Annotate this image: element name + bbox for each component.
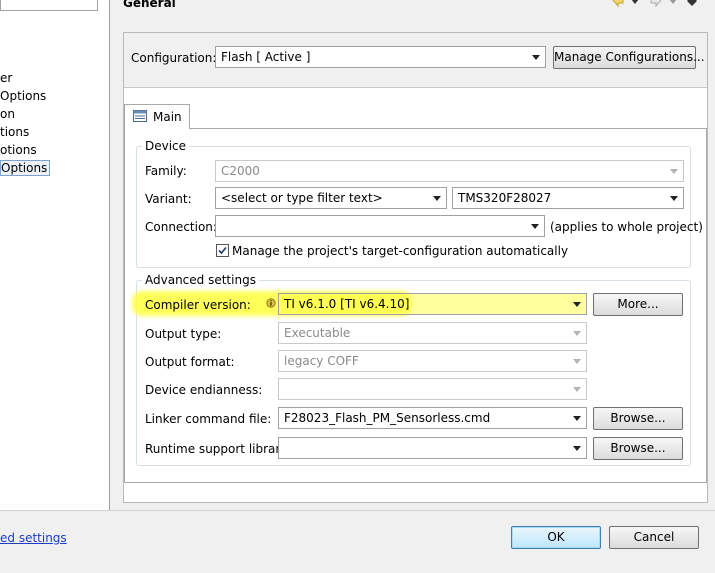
runtime-support-library-select[interactable]: [278, 437, 587, 459]
tree-filter-input[interactable]: [0, 0, 98, 11]
compiler-version-select[interactable]: TI v6.1.0 [TI v6.4.10]: [278, 293, 587, 315]
linker-command-file-value: F28023_Flash_PM_Sensorless.cmd: [284, 411, 491, 425]
family-select: C2000: [215, 160, 684, 182]
view-menu-icon[interactable]: [686, 0, 698, 7]
chevron-down-icon: [532, 55, 540, 60]
tree-item[interactable]: Options: [0, 89, 46, 105]
runtime-browse-button[interactable]: Browse...: [593, 437, 683, 460]
tab-panel-icon: [133, 110, 147, 122]
connection-note: (applies to whole project): [550, 220, 703, 234]
tree-item[interactable]: otions: [0, 143, 37, 159]
ok-button[interactable]: OK: [511, 526, 601, 549]
tree-item[interactable]: on: [0, 107, 15, 123]
compiler-version-value: TI v6.1.0 [TI v6.4.10]: [284, 297, 410, 311]
manage-target-config-label: Manage the project's target-configuratio…: [232, 244, 569, 258]
output-format-label: Output format:: [145, 355, 235, 369]
advanced-settings-title: Advanced settings: [142, 273, 259, 287]
configuration-label: Configuration:: [131, 51, 217, 65]
chevron-down-icon: [573, 446, 581, 451]
back-menu-chevron-icon[interactable]: [630, 0, 640, 6]
device-group-title: Device: [142, 139, 190, 153]
chevron-down-icon: [573, 416, 581, 421]
tree-item[interactable]: er: [0, 71, 12, 87]
chevron-down-icon: [670, 169, 678, 174]
tab-main[interactable]: Main: [124, 104, 190, 129]
chevron-down-icon: [531, 224, 539, 229]
linker-browse-button[interactable]: Browse...: [593, 407, 683, 430]
output-type-label: Output type:: [145, 327, 222, 341]
variant-value: TMS320F28027: [458, 191, 552, 205]
linker-command-file-select[interactable]: F28023_Flash_PM_Sensorless.cmd: [278, 407, 587, 429]
connection-label: Connection:: [145, 220, 217, 234]
variant-label: Variant:: [145, 192, 192, 206]
manage-configurations-button[interactable]: Manage Configurations...: [553, 46, 705, 69]
info-icon: [266, 297, 276, 308]
manage-target-config-checkbox[interactable]: [216, 244, 229, 257]
output-format-select: legacy COFF: [278, 350, 587, 372]
variant-filter-text: <select or type filter text>: [221, 191, 383, 205]
page-title: General: [123, 0, 176, 10]
variant-select[interactable]: TMS320F28027: [452, 187, 684, 209]
family-label: Family:: [145, 164, 187, 178]
tab-main-label: Main: [153, 110, 182, 124]
chevron-down-icon: [670, 196, 678, 201]
tree-item[interactable]: tions: [0, 125, 29, 141]
forward-arrow-icon[interactable]: [649, 0, 663, 8]
checkmark-icon: [218, 246, 227, 255]
dialog-button-bar: [0, 510, 715, 573]
forward-menu-chevron-icon[interactable]: [668, 0, 678, 6]
chevron-down-icon: [573, 387, 581, 392]
connection-select[interactable]: [215, 215, 545, 237]
device-endianness-label: Device endianness:: [145, 383, 263, 397]
configuration-value: Flash [ Active ]: [221, 50, 311, 64]
compiler-version-label: Compiler version:: [145, 298, 251, 312]
configuration-select[interactable]: Flash [ Active ]: [215, 46, 546, 68]
preference-tree-panel: er Options on tions otions Options: [0, 0, 110, 510]
linker-command-file-label: Linker command file:: [145, 412, 272, 426]
runtime-support-library-label: Runtime support library:: [145, 442, 291, 456]
chevron-down-icon: [573, 359, 581, 364]
chevron-down-icon: [573, 302, 581, 307]
output-type-value: Executable: [284, 326, 351, 340]
variant-filter-select[interactable]: <select or type filter text>: [215, 187, 447, 209]
family-value: C2000: [221, 164, 260, 178]
output-format-value: legacy COFF: [284, 354, 359, 368]
cancel-button[interactable]: Cancel: [609, 526, 699, 549]
chevron-down-icon: [573, 331, 581, 336]
back-arrow-icon[interactable]: [611, 0, 625, 8]
chevron-down-icon: [433, 196, 441, 201]
device-endianness-select: [278, 378, 587, 400]
advanced-settings-link[interactable]: ed settings: [0, 530, 67, 546]
tree-item-selected[interactable]: Options: [0, 160, 51, 176]
more-button[interactable]: More...: [593, 293, 683, 316]
output-type-select: Executable: [278, 322, 587, 344]
